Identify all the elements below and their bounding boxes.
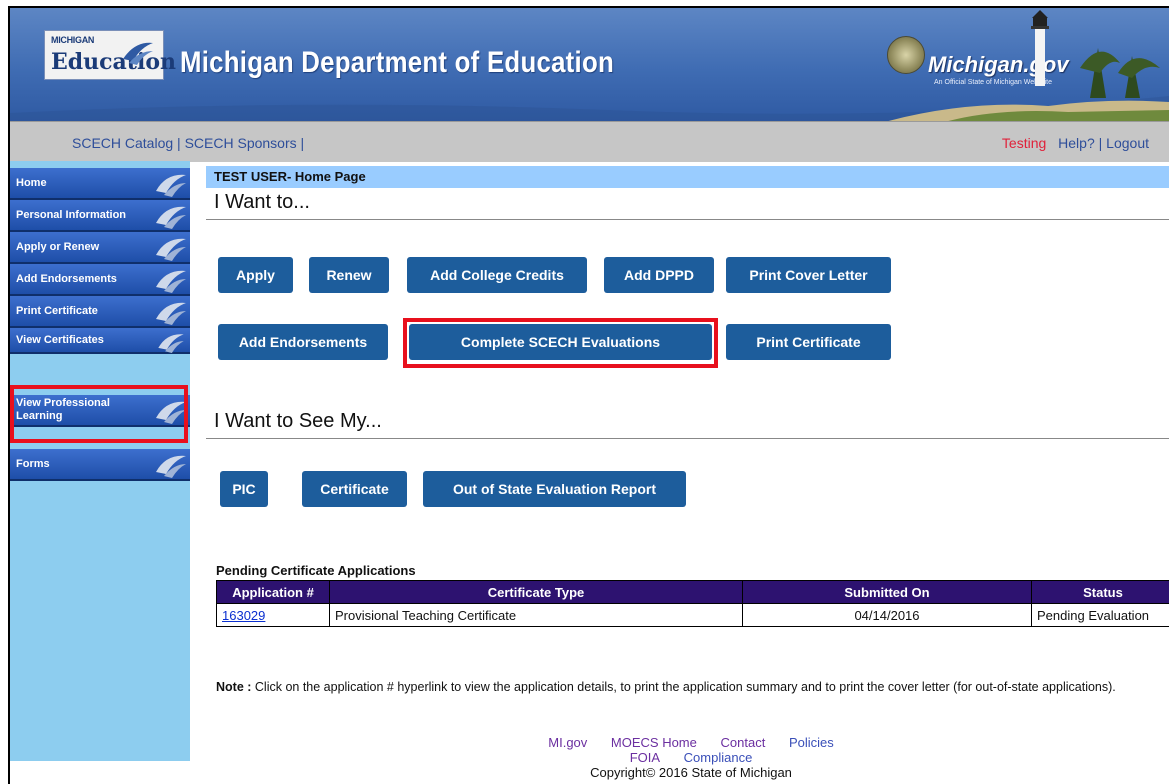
sidebar-item-label: Personal Information bbox=[16, 209, 127, 221]
site-title: Michigan Department of Education bbox=[180, 46, 614, 79]
pic-button[interactable]: PIC bbox=[220, 471, 268, 507]
column-header: Status bbox=[1031, 580, 1169, 604]
i-want-to-heading: I Want to... bbox=[214, 191, 310, 213]
environment-label: Testing bbox=[1001, 135, 1047, 151]
mi-gov-link[interactable]: MI.gov bbox=[548, 735, 587, 750]
sidebar-item-view-professional-learning[interactable]: View Professional Learning bbox=[10, 395, 190, 427]
sidebar: Home Personal Information Apply or Renew… bbox=[10, 161, 190, 761]
complete-scech-evaluations-button[interactable]: Complete SCECH Evaluations bbox=[409, 324, 712, 360]
renew-button[interactable]: Renew bbox=[309, 257, 389, 293]
swoosh-icon bbox=[156, 238, 186, 261]
sidebar-item-personal-information[interactable]: Personal Information bbox=[10, 200, 190, 232]
pending-applications-title: Pending Certificate Applications bbox=[216, 563, 416, 578]
swoosh-icon bbox=[156, 302, 186, 325]
site-header: MICHIGAN Education Michigan Department o… bbox=[10, 8, 1169, 121]
sidebar-item-label: View Certificates bbox=[16, 334, 104, 346]
page-title-bar: TEST USER- Home Page bbox=[206, 166, 1169, 188]
swoosh-icon bbox=[158, 334, 184, 353]
sidebar-item-label: Print Certificate bbox=[16, 305, 98, 317]
footer-row-1: MI.gov MOECS Home Contact Policies bbox=[206, 735, 1169, 750]
application-link[interactable]: 163029 bbox=[222, 608, 265, 623]
sidebar-item-add-endorsements[interactable]: Add Endorsements bbox=[10, 264, 190, 296]
sidebar-item-view-certificates[interactable]: View Certificates bbox=[10, 328, 190, 354]
apply-button[interactable]: Apply bbox=[218, 257, 293, 293]
swoosh-icon bbox=[123, 42, 153, 65]
table-header-row: Application # Certificate Type Submitted… bbox=[216, 580, 1169, 604]
footer: MI.gov MOECS Home Contact Policies FOIA … bbox=[206, 735, 1169, 780]
note-body: Click on the application # hyperlink to … bbox=[251, 680, 1116, 694]
add-dppd-button[interactable]: Add DPPD bbox=[604, 257, 714, 293]
compliance-link[interactable]: Compliance bbox=[684, 750, 753, 765]
swoosh-icon bbox=[156, 270, 186, 293]
divider bbox=[206, 438, 1169, 439]
sidebar-item-label: Add Endorsements bbox=[16, 273, 117, 285]
table-row: 163029 Provisional Teaching Certificate … bbox=[216, 603, 1169, 627]
application-number-cell: 163029 bbox=[216, 603, 330, 627]
mde-logo[interactable]: MICHIGAN Education bbox=[44, 30, 176, 80]
scech-sponsors-link[interactable]: SCECH Sponsors bbox=[185, 135, 297, 151]
copyright-text: Copyright© 2016 State of Michigan bbox=[590, 765, 792, 780]
policies-link[interactable]: Policies bbox=[789, 735, 834, 750]
page-title: TEST USER- Home Page bbox=[214, 169, 366, 184]
logo-big-text: Education bbox=[51, 49, 176, 75]
logo-small-text: MICHIGAN bbox=[51, 35, 95, 45]
sidebar-item-print-certificate[interactable]: Print Certificate bbox=[10, 296, 190, 328]
moecs-home-link[interactable]: MOECS Home bbox=[611, 735, 697, 750]
note-label: Note : bbox=[216, 680, 252, 694]
scech-catalog-link[interactable]: SCECH Catalog bbox=[72, 135, 173, 151]
status-cell: Pending Evaluation bbox=[1031, 603, 1169, 627]
out-of-state-evaluation-report-button[interactable]: Out of State Evaluation Report bbox=[423, 471, 686, 507]
sidebar-item-label: Apply or Renew bbox=[16, 241, 100, 253]
subnav-utility: Testing Help? | Logout bbox=[1002, 135, 1149, 151]
swoosh-icon bbox=[156, 455, 186, 478]
main-content: TEST USER- Home Page I Want to... Apply … bbox=[206, 161, 1169, 781]
add-endorsements-button[interactable]: Add Endorsements bbox=[218, 324, 388, 360]
divider bbox=[206, 219, 1169, 220]
certificate-button[interactable]: Certificate bbox=[302, 471, 407, 507]
foia-link[interactable]: FOIA bbox=[630, 750, 660, 765]
sidebar-item-label: View Professional Learning bbox=[16, 397, 110, 422]
add-college-credits-button[interactable]: Add College Credits bbox=[407, 257, 587, 293]
subnav-links: SCECH Catalog | SCECH Sponsors | bbox=[72, 135, 304, 151]
swoosh-icon bbox=[156, 401, 186, 424]
pending-applications-table: Application # Certificate Type Submitted… bbox=[216, 580, 1169, 627]
sub-navigation: SCECH Catalog | SCECH Sponsors | Testing… bbox=[10, 121, 1169, 162]
sidebar-item-label: Home bbox=[16, 177, 47, 189]
dune-landscape bbox=[10, 96, 1169, 121]
note-text: Note : Click on the application # hyperl… bbox=[216, 680, 1169, 695]
logout-link[interactable]: Logout bbox=[1106, 135, 1149, 151]
submitted-on-cell: 04/14/2016 bbox=[742, 603, 1032, 627]
contact-link[interactable]: Contact bbox=[721, 735, 766, 750]
subnav-separator: | bbox=[177, 135, 185, 151]
swoosh-icon bbox=[156, 206, 186, 229]
column-header: Submitted On bbox=[742, 580, 1032, 604]
footer-row-2: FOIA Compliance bbox=[206, 750, 1169, 765]
lighthouse-icon bbox=[1031, 10, 1049, 86]
sidebar-item-forms[interactable]: Forms bbox=[10, 449, 190, 481]
sidebar-item-apply-or-renew[interactable]: Apply or Renew bbox=[10, 232, 190, 264]
print-cover-letter-button[interactable]: Print Cover Letter bbox=[726, 257, 891, 293]
column-header: Application # bbox=[216, 580, 330, 604]
page-frame: MICHIGAN Education Michigan Department o… bbox=[8, 6, 1169, 784]
print-certificate-button[interactable]: Print Certificate bbox=[726, 324, 891, 360]
subnav-separator: | bbox=[300, 135, 305, 151]
swoosh-icon bbox=[156, 174, 186, 197]
certificate-type-cell: Provisional Teaching Certificate bbox=[329, 603, 743, 627]
sidebar-item-label: Forms bbox=[16, 458, 50, 470]
column-header: Certificate Type bbox=[329, 580, 743, 604]
michigan-seal-icon bbox=[887, 36, 925, 74]
help-link[interactable]: Help? bbox=[1058, 135, 1095, 151]
tree-icon bbox=[1080, 48, 1160, 98]
sidebar-item-home[interactable]: Home bbox=[10, 168, 190, 200]
i-want-to-see-my-heading: I Want to See My... bbox=[214, 410, 382, 432]
